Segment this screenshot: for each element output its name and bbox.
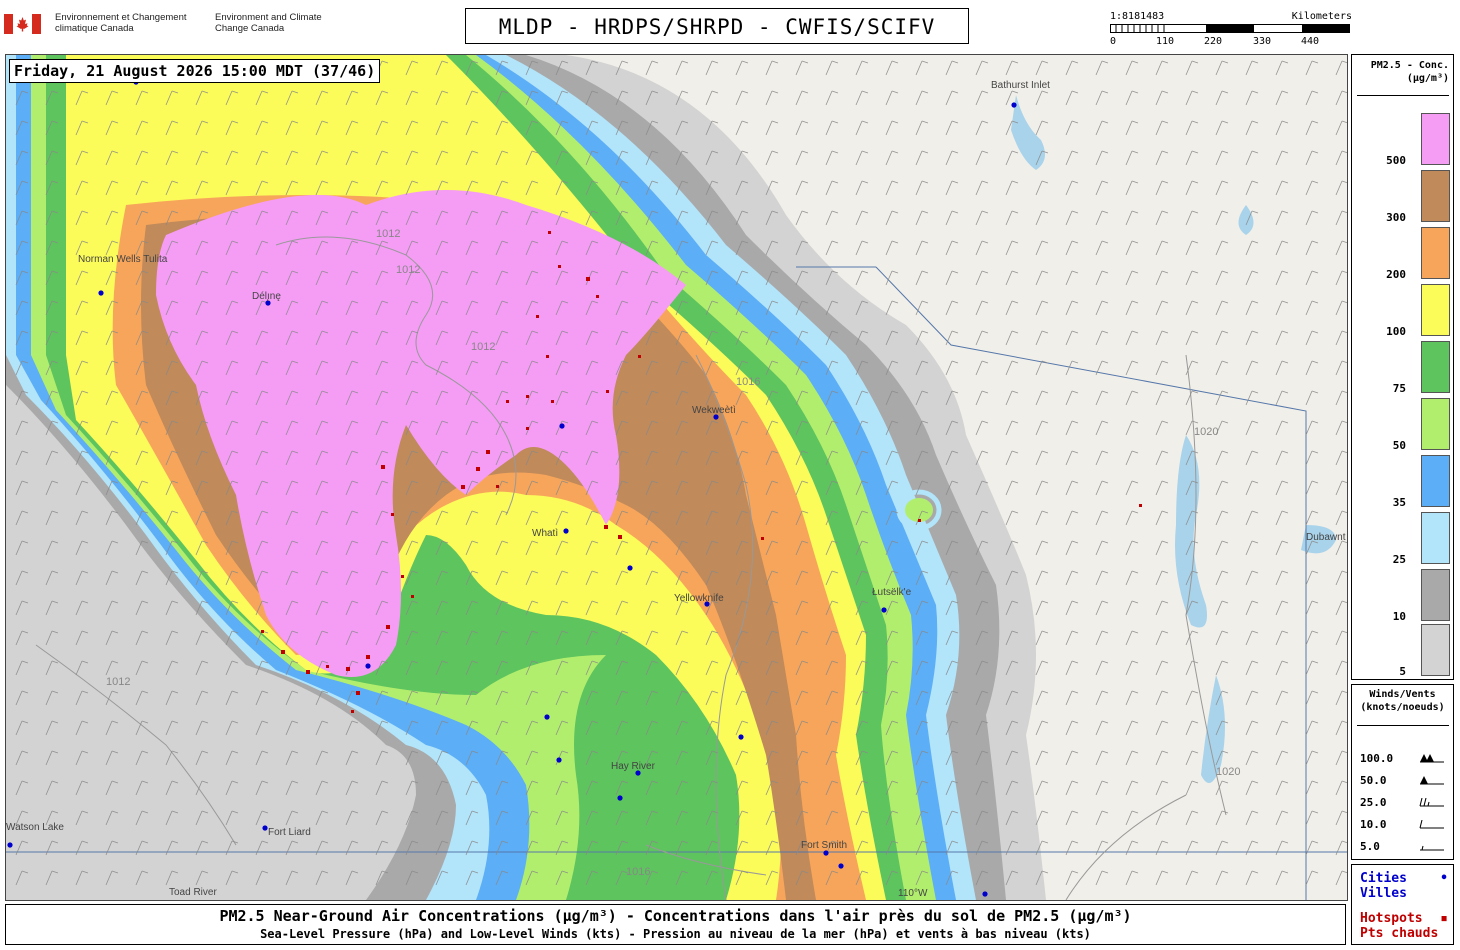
legend-swatch-5 [1421, 624, 1450, 676]
meridian-label: 110°W [898, 888, 928, 899]
legend-label: 50 [1392, 439, 1406, 452]
city-label: Yellowknife [674, 593, 724, 604]
wind-barb-icon [1420, 754, 1444, 763]
wind-row: 50.0 [1360, 774, 1450, 788]
scale-units: Kilometers [1291, 11, 1352, 22]
legend-swatch-200 [1421, 227, 1450, 279]
agency-name-en: Environment and Climate Change Canada [215, 12, 322, 34]
wind-barb-icon [1420, 845, 1444, 851]
symbols-key: Cities Villes • Hotspots Pts chauds ▪ [1351, 864, 1454, 945]
product-title: MLDP - HRDPS/SHRPD - CWFIS/SCIFV [465, 8, 969, 44]
city-label: Bathurst Inlet [991, 80, 1050, 91]
legend-divider [1357, 95, 1449, 96]
scale-tick: 440 [1301, 36, 1320, 47]
winds-title: Winds/Vents (knots/noeuds) [1360, 689, 1445, 713]
city-label: Hay River [611, 761, 656, 772]
key-cities-en: Cities [1360, 871, 1407, 886]
wind-barbs-layer [6, 55, 1347, 900]
city-label: Délı̨nę [252, 291, 281, 302]
city-label: Wekweètì [692, 405, 736, 416]
scale-tick: 220 [1204, 36, 1223, 47]
wind-row: 25.0 [1360, 796, 1450, 810]
wind-row: 10.0 [1360, 818, 1450, 832]
government-header: Environnement et Changement climatique C… [4, 12, 334, 42]
key-cities-fr: Villes [1360, 886, 1407, 901]
legend-label: 100 [1386, 325, 1406, 338]
caption-line-2: Sea-Level Pressure (hPa) and Low-Level W… [260, 927, 1091, 941]
legend-swatch-100 [1421, 284, 1450, 336]
scale-tick: 330 [1253, 36, 1272, 47]
city-label: Fort Smith [801, 840, 847, 851]
winds-divider [1357, 725, 1449, 726]
legend-label: 35 [1392, 496, 1406, 509]
legend-label: 75 [1392, 382, 1406, 395]
scale-tick: 110 [1156, 36, 1175, 47]
scale-bar-graphic [1110, 24, 1350, 33]
wind-barb-icon [1419, 798, 1444, 807]
wind-value: 50.0 [1360, 774, 1387, 787]
legend-swatch-50 [1421, 398, 1450, 450]
key-cities: Cities Villes • [1360, 871, 1452, 901]
smoke-forecast-map[interactable]: 1012 1012 1012 1016 1020 1012 1016 1020 [5, 54, 1348, 901]
scale-ratio: 1:8181483 [1110, 11, 1165, 22]
wind-value: 5.0 [1360, 840, 1380, 853]
legend-label: 500 [1386, 154, 1406, 167]
wind-value: 100.0 [1360, 752, 1394, 765]
legend-label: 200 [1386, 268, 1406, 281]
legend-label: 5 [1399, 665, 1406, 678]
map-canvas: 1012 1012 1012 1016 1020 1012 1016 1020 [6, 55, 1347, 900]
legend-swatch-10 [1421, 569, 1450, 621]
legend-swatch-25 [1421, 512, 1450, 564]
agency-name-fr: Environnement et Changement climatique C… [55, 12, 187, 34]
city-label: Watson Lake [6, 822, 64, 833]
legend-label: 25 [1392, 553, 1406, 566]
canada-flag-icon [4, 14, 41, 34]
wind-value: 10.0 [1360, 818, 1387, 831]
legend-label: 300 [1386, 211, 1406, 224]
legend-swatch-35 [1421, 455, 1450, 507]
hotspot-square-icon: ▪ [1440, 911, 1448, 926]
key-hotspots-en: Hotspots [1360, 911, 1423, 926]
city-label: Whatì [532, 528, 558, 539]
key-hotspots: Hotspots Pts chauds ▪ [1360, 911, 1452, 941]
scale-bar: 1:8181483 Kilometers 0 110 220 330 440 [1110, 11, 1352, 51]
city-label: Fort Liard [268, 827, 311, 838]
legend-swatch-75 [1421, 341, 1450, 393]
winds-legend: Winds/Vents (knots/noeuds) 100.0 50.0 25… [1351, 684, 1454, 860]
wind-value: 25.0 [1360, 796, 1387, 809]
scale-tick: 0 [1110, 36, 1117, 47]
legend-swatch-300 [1421, 170, 1450, 222]
map-caption: PM2.5 Near-Ground Air Concentrations (µg… [5, 904, 1346, 945]
city-label: Norman Wells Tulita [78, 254, 168, 265]
wind-barb-icon [1420, 776, 1444, 785]
city-dot-icon: • [1440, 871, 1448, 886]
caption-line-1: PM2.5 Near-Ground Air Concentrations (µg… [219, 907, 1132, 925]
pm25-legend: PM2.5 - Conc. (µg/m³) 500 300 200 100 75… [1351, 54, 1454, 680]
city-label: Toad River [169, 887, 217, 898]
legend-swatch-500 [1421, 113, 1450, 165]
legend-label: 10 [1392, 610, 1406, 623]
wind-row: 5.0 [1360, 840, 1450, 854]
legend-title: PM2.5 - Conc. (µg/m³) [1370, 60, 1449, 84]
city-label: Dubawnt Lake [1306, 532, 1347, 543]
wind-barb-icon [1419, 820, 1444, 829]
wind-row: 100.0 [1360, 752, 1450, 766]
key-hotspots-fr: Pts chauds [1360, 926, 1439, 941]
forecast-timestamp: Friday, 21 August 2026 15:00 MDT (37/46) [9, 59, 381, 83]
city-label: Łutsëlk'e [872, 587, 912, 598]
